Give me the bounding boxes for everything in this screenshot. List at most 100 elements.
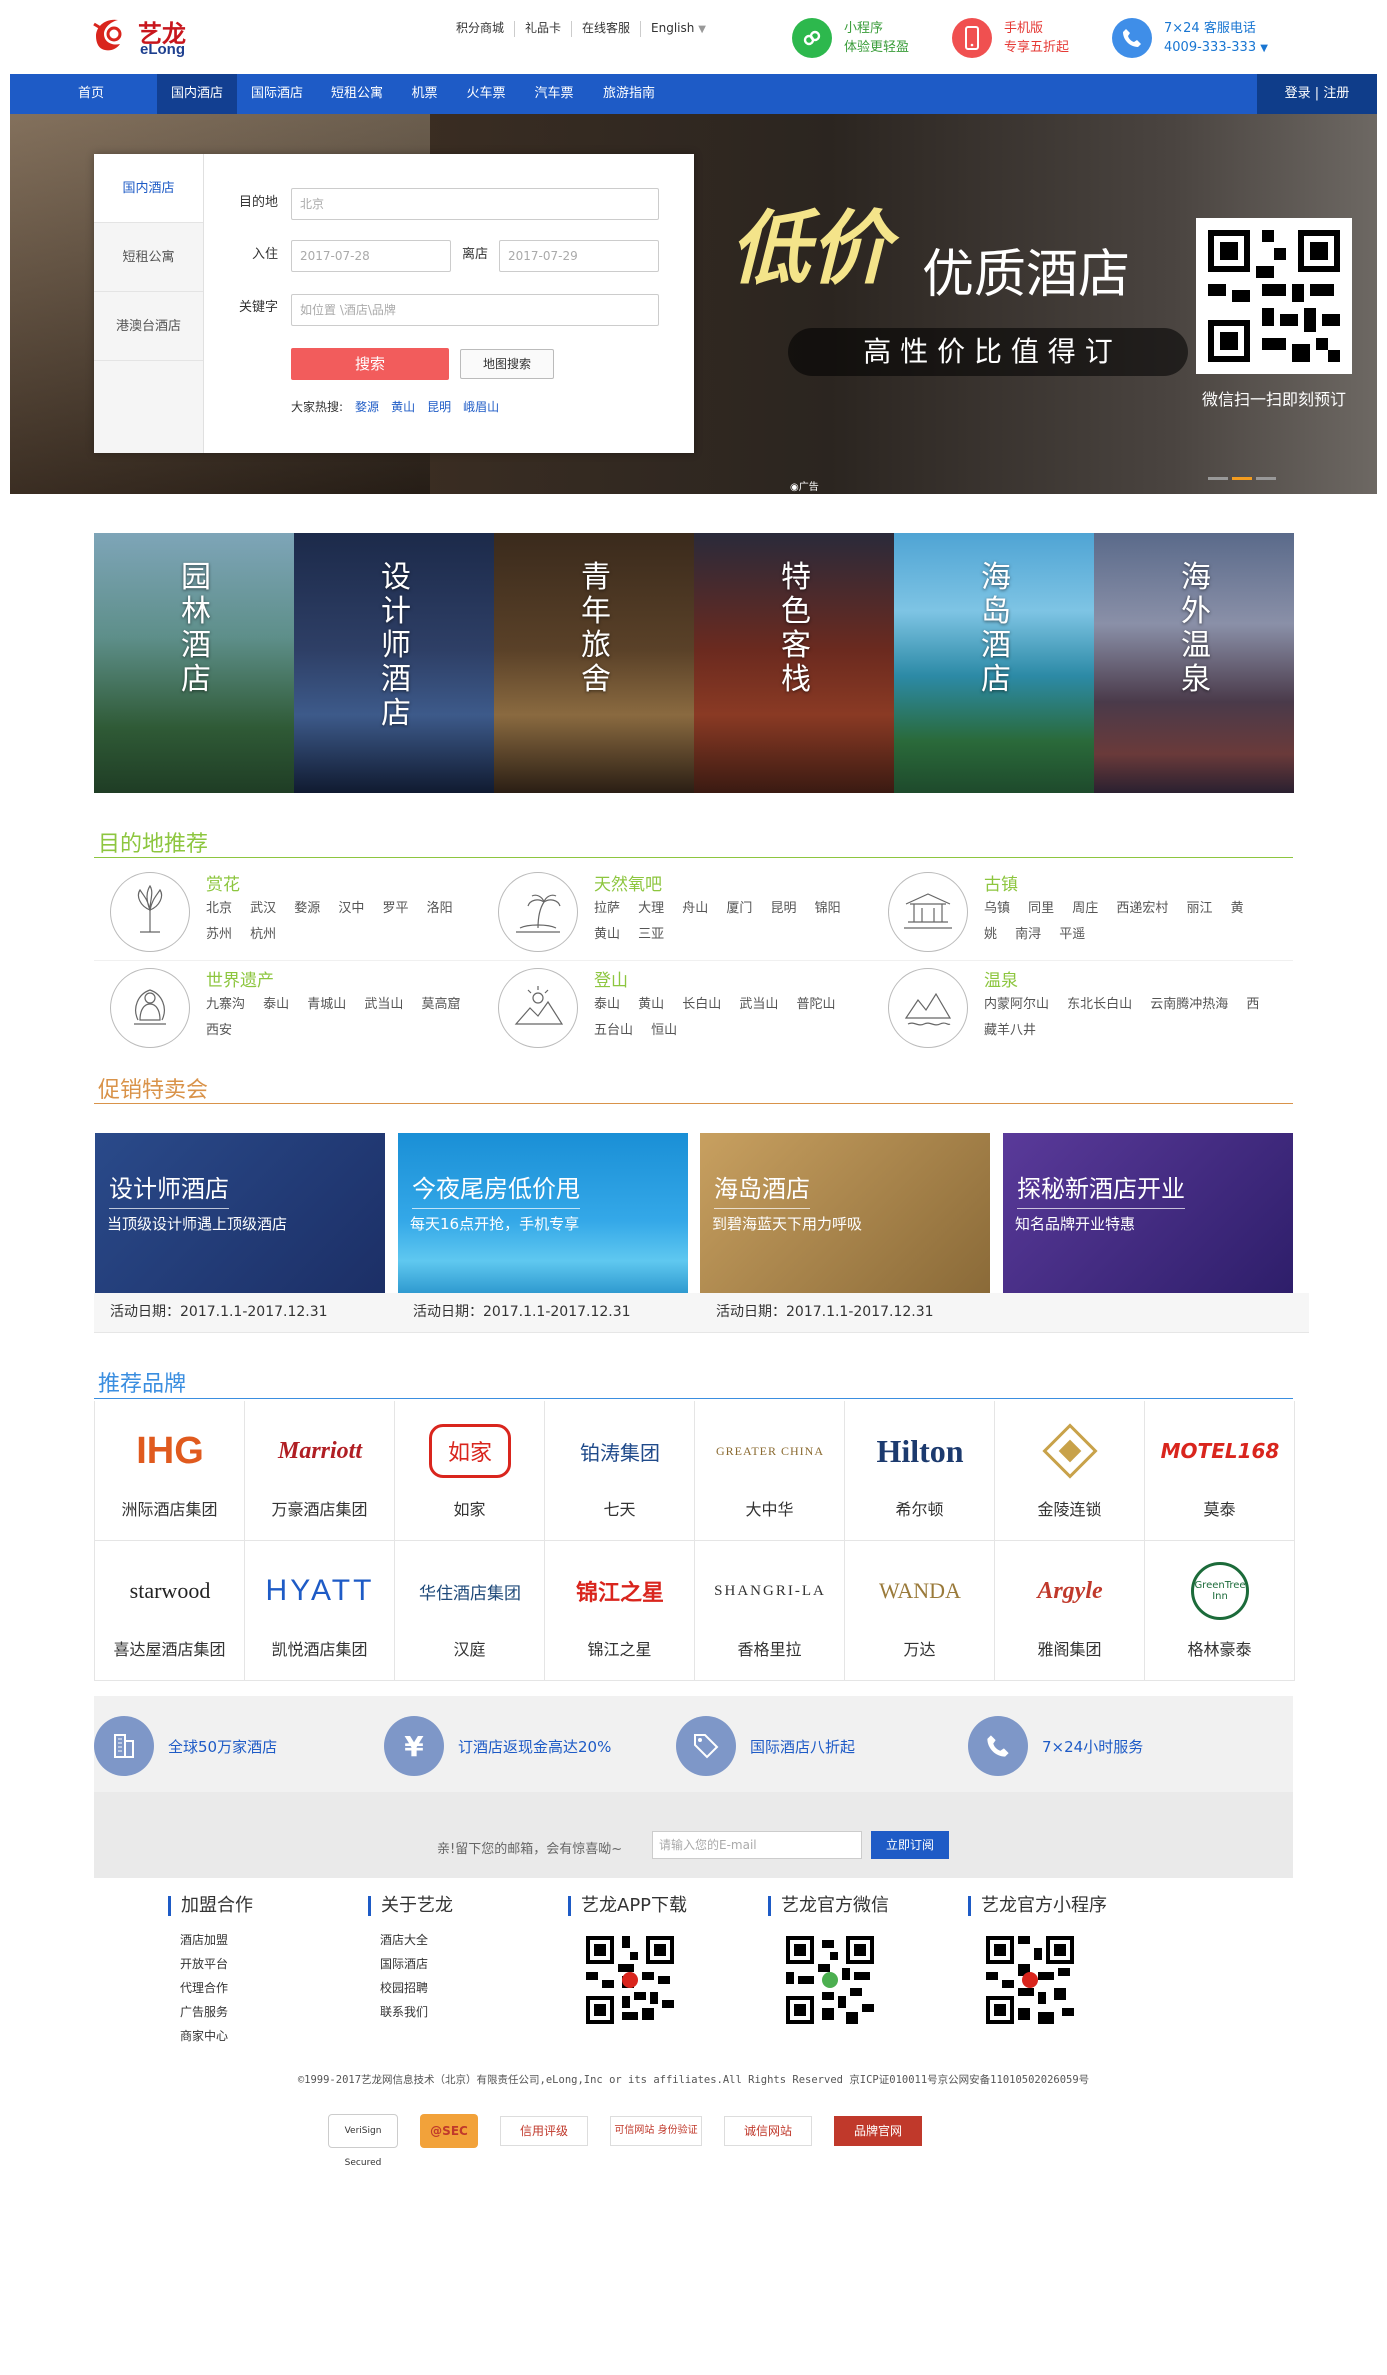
brand-greentree[interactable]: GreenTree Inn 格林豪泰: [1145, 1541, 1295, 1681]
category-featured-inn[interactable]: 特色客栈: [694, 533, 894, 793]
promo-tonight-rooms[interactable]: 今夜尾房低价甩 每天16点开抢，手机专享: [398, 1133, 688, 1293]
dest-group-cities[interactable]: 拉萨 大理 舟山 厦门 昆明 锦阳 黄山 三亚: [594, 896, 864, 948]
honest-site-badge[interactable]: 诚信网站: [724, 2116, 812, 2146]
trusted-site-badge[interactable]: 可信网站 身份验证: [610, 2116, 702, 2146]
brand-official-badge[interactable]: 品牌官网: [834, 2116, 922, 2146]
footer-link[interactable]: 联系我们: [380, 2000, 453, 2024]
footer-link[interactable]: 开放平台: [180, 1952, 253, 1976]
nav-intl-hotel[interactable]: 国际酒店: [237, 74, 317, 114]
footer-link[interactable]: 代理合作: [180, 1976, 253, 2000]
tab-domestic-hotel[interactable]: 国内酒店: [94, 154, 203, 223]
subscribe-button[interactable]: 立即订阅: [871, 1831, 949, 1859]
nav-travel-guide[interactable]: 旅游指南: [588, 74, 670, 114]
dest-group-name[interactable]: 赏花: [206, 870, 240, 895]
keyword-input[interactable]: 如位置 \酒店\品牌: [291, 294, 659, 326]
brand-hanting[interactable]: 华住酒店集团 汉庭: [395, 1541, 545, 1681]
top-link-english[interactable]: English ▼: [641, 21, 716, 37]
brand-marriott[interactable]: Marriott 万豪酒店集团: [245, 1401, 395, 1541]
dest-group-name[interactable]: 世界遗产: [206, 966, 274, 991]
tab-short-rental[interactable]: 短租公寓: [94, 223, 203, 292]
destination-input[interactable]: 北京: [291, 188, 659, 220]
footer-link[interactable]: 商家中心: [180, 2024, 253, 2048]
brand-hilton[interactable]: Hilton 希尔顿: [845, 1401, 995, 1541]
brand-ihg[interactable]: IHG 洲际酒店集团: [95, 1401, 245, 1541]
mobile-phone-icon: [952, 18, 992, 58]
email-input[interactable]: 请输入您的E-mail: [652, 1831, 862, 1859]
brand-motel168[interactable]: MOTEL168 莫泰: [1145, 1401, 1295, 1541]
footer-link[interactable]: 校园招聘: [380, 1976, 453, 2000]
carousel-dot-3[interactable]: [1256, 477, 1276, 480]
category-youth-hostel[interactable]: 青年旅舍: [494, 533, 694, 793]
nav-bus[interactable]: 汽车票: [520, 74, 588, 114]
service-hotline[interactable]: 7×24 客服电话 4009-333-333 ▼: [1112, 18, 1268, 58]
mobile-entry[interactable]: 手机版 专享五折起: [952, 18, 1069, 58]
elong-logo-icon[interactable]: [92, 14, 134, 54]
brand-starwood[interactable]: starwood 喜达屋酒店集团: [95, 1541, 245, 1681]
hot-search-item[interactable]: 峨眉山: [463, 398, 499, 415]
nav-train[interactable]: 火车票: [452, 74, 520, 114]
buddha-icon: [110, 968, 190, 1048]
hot-search-item[interactable]: 婺源: [355, 398, 379, 415]
verisign-badge[interactable]: VeriSign Secured: [328, 2114, 398, 2168]
brand-wanda[interactable]: WANDA 万达: [845, 1541, 995, 1681]
brand-name: 金陵连锁: [1037, 1500, 1102, 1519]
promo-new-hotel-opening[interactable]: 探秘新酒店开业 知名品牌开业特惠: [1003, 1133, 1293, 1293]
credit-rating-badge[interactable]: 信用评级: [500, 2116, 588, 2146]
category-overseas-hotspring[interactable]: 海外温泉: [1094, 533, 1294, 793]
promotions-divider: [94, 1103, 1293, 1104]
dest-group-cities[interactable]: 九寨沟 泰山 青城山 武当山 莫高窟 西安: [206, 992, 476, 1044]
category-designer-hotel[interactable]: 设计师酒店: [294, 533, 494, 793]
brand-7days[interactable]: 铂涛集团 七天: [545, 1401, 695, 1541]
greentree-logo: GreenTree Inn: [1160, 1561, 1280, 1621]
tab-hk-macau-tw[interactable]: 港澳台酒店: [94, 292, 203, 361]
miniapp-icon: [792, 18, 832, 58]
category-island-hotel[interactable]: 海岛酒店: [894, 533, 1094, 793]
dest-group-cities[interactable]: 北京 武汉 婺源 汉中 罗平 洛阳 苏州 杭州: [206, 896, 476, 948]
dest-group-name[interactable]: 登山: [594, 966, 628, 991]
top-link-online-service[interactable]: 在线客服: [572, 21, 642, 37]
login-register-link[interactable]: 登录 | 注册: [1257, 74, 1377, 114]
top-link-gift-card[interactable]: 礼品卡: [515, 21, 573, 37]
brand-jinjiang[interactable]: 锦江之星 锦江之星: [545, 1541, 695, 1681]
motel168-logo: MOTEL168: [1160, 1439, 1280, 1463]
nav-flights[interactable]: 机票: [397, 74, 452, 114]
dest-group-cities[interactable]: 内蒙阿尔山 东北长白山 云南腾冲热海 西藏羊八井: [984, 992, 1264, 1044]
dest-group-cities[interactable]: 泰山 黄山 长白山 武当山 普陀山 五台山 恒山: [594, 992, 864, 1044]
dest-group-name[interactable]: 古镇: [984, 870, 1018, 895]
dest-group-cities[interactable]: 乌镇 同里 周庄 西递宏村 丽江 黄姚 南浔 平遥: [984, 896, 1254, 948]
dest-group-name[interactable]: 温泉: [984, 966, 1018, 991]
nav-short-rental[interactable]: 短租公寓: [317, 74, 397, 114]
miniapp-entry[interactable]: 小程序 体验更轻盈: [792, 18, 909, 58]
nav-home[interactable]: 首页: [65, 74, 117, 114]
island-palm-icon: [498, 872, 578, 952]
top-link-points-mall[interactable]: 积分商城: [446, 21, 516, 37]
promo-island-hotel[interactable]: 海岛酒店 到碧海蓝天下用力呼吸: [700, 1133, 990, 1293]
footer-link[interactable]: 酒店大全: [380, 1928, 453, 1952]
hot-search-item[interactable]: 昆明: [427, 398, 451, 415]
brand-homeinn[interactable]: 如家 如家: [395, 1401, 545, 1541]
footer-link[interactable]: 酒店加盟: [180, 1928, 253, 1952]
brand-hyatt[interactable]: HYATT 凯悦酒店集团: [245, 1541, 395, 1681]
checkout-date-input[interactable]: 2017-07-29: [499, 240, 659, 272]
brand-jinling[interactable]: 金陵金陵连锁: [995, 1401, 1145, 1541]
hot-search-item[interactable]: 黄山: [391, 398, 415, 415]
category-garden-hotel[interactable]: 园林酒店: [94, 533, 294, 793]
brand-shangrila[interactable]: SHANGRI-LA 香格里拉: [695, 1541, 845, 1681]
carousel-dot-2[interactable]: [1232, 477, 1252, 480]
ad-tag: ◉广告: [790, 482, 819, 493]
carousel-dot-1[interactable]: [1208, 477, 1228, 480]
map-search-button[interactable]: 地图搜索: [460, 349, 554, 379]
search-button[interactable]: 搜索: [291, 348, 449, 380]
nav-domestic-hotel[interactable]: 国内酒店: [157, 74, 237, 114]
sec-badge[interactable]: @SEC: [420, 2114, 478, 2148]
checkin-date-input[interactable]: 2017-07-28: [291, 240, 451, 272]
promo-designer-hotel[interactable]: 设计师酒店 当顶级设计师遇上顶级酒店: [95, 1133, 385, 1293]
wanda-logo: WANDA: [879, 1578, 961, 1603]
brand-argyle[interactable]: Argyle 雅阁集团: [995, 1541, 1145, 1681]
footer-link[interactable]: 广告服务: [180, 2000, 253, 2024]
dest-group-name[interactable]: 天然氧吧: [594, 870, 662, 895]
logo-text-en[interactable]: eLong: [140, 41, 185, 58]
footer-link[interactable]: 国际酒店: [380, 1952, 453, 1976]
brand-greater-china[interactable]: GREATER CHINA 大中华: [695, 1401, 845, 1541]
app-download-qr-icon: [582, 1932, 678, 2028]
